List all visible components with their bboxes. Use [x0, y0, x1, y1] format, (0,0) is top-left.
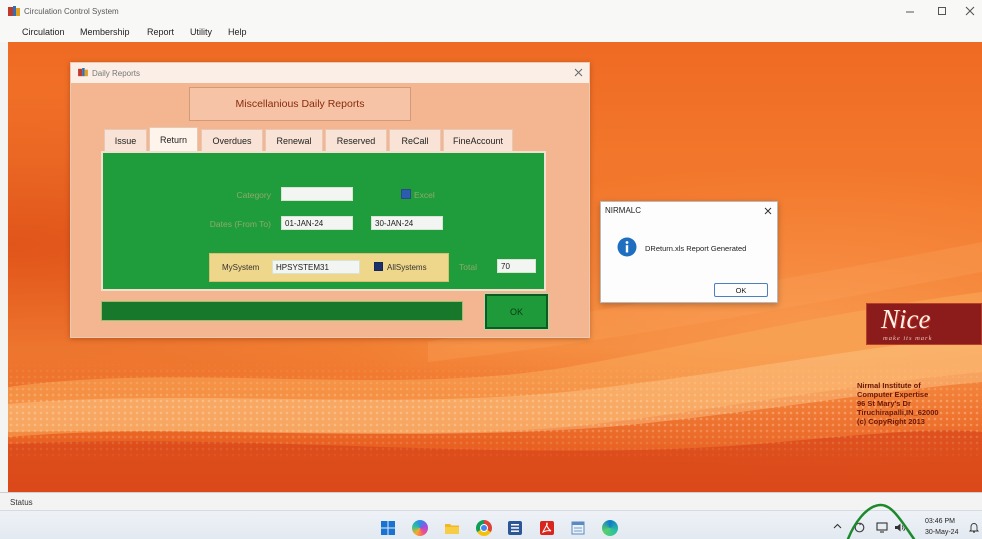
clock-date[interactable]: 30-May-24: [925, 529, 958, 536]
notepad-icon[interactable]: [570, 520, 586, 536]
address-line: Nirmal Institute of: [857, 381, 921, 390]
app-icon: [8, 6, 20, 16]
edge-icon[interactable]: [602, 520, 618, 536]
allsystems-label: AllSystems: [387, 263, 427, 272]
excel-label: Excel: [414, 190, 435, 200]
message-box-title: NIRMALC: [605, 206, 642, 215]
address-line: Tiruchirapalli,IN_62000: [857, 408, 939, 417]
excel-checkbox[interactable]: [401, 189, 411, 199]
menu-circulation[interactable]: Circulation: [22, 27, 65, 37]
windows-start-icon[interactable]: [380, 520, 396, 536]
info-icon: [617, 237, 637, 257]
tab-overdues[interactable]: Overdues: [201, 129, 263, 151]
tab-content-panel: Category Excel Dates (From To) 01-JAN-24…: [101, 151, 546, 291]
maximize-button[interactable]: [935, 5, 949, 17]
menu-help[interactable]: Help: [228, 27, 247, 37]
institute-address: Nirmal Institute of Computer Expertise 9…: [857, 381, 982, 426]
address-line: Computer Expertise: [857, 390, 929, 399]
message-box-close-button[interactable]: [764, 207, 772, 215]
progress-fill: [102, 302, 462, 320]
report-header: Miscellanious Daily Reports: [189, 87, 411, 121]
logo-text: Nice: [881, 304, 931, 334]
category-input[interactable]: [281, 187, 353, 201]
total-label: Total: [459, 262, 477, 272]
date-to-input[interactable]: 30-JAN-24: [371, 216, 443, 230]
acrobat-icon[interactable]: [539, 520, 555, 536]
message-ok-button[interactable]: OK: [714, 283, 768, 297]
tab-return[interactable]: Return: [149, 127, 198, 151]
allsystems-checkbox[interactable]: [374, 262, 383, 271]
annotation-circle: [846, 503, 916, 539]
logo-tagline: make its mark: [883, 335, 933, 342]
tab-issue[interactable]: Issue: [104, 129, 147, 151]
category-label: Category: [236, 190, 272, 200]
date-from-input[interactable]: 01-JAN-24: [281, 216, 353, 230]
progress-bar: [101, 301, 463, 321]
nice-logo: Nice make its mark: [866, 303, 982, 345]
word-icon[interactable]: [507, 520, 523, 536]
taskbar: 03:46 PM 30-May-24: [0, 510, 982, 539]
address-line: (c) CopyRight 2013: [857, 417, 925, 426]
total-input[interactable]: 70: [497, 259, 536, 273]
desktop-halftone: [8, 362, 982, 462]
tab-recall[interactable]: ReCall: [389, 129, 441, 151]
file-explorer-icon[interactable]: [444, 520, 460, 536]
app-titlebar: Circulation Control System: [0, 0, 982, 22]
dates-label: Dates (From To): [209, 219, 271, 229]
close-button[interactable]: [963, 5, 977, 17]
minimize-button[interactable]: [903, 5, 917, 17]
dialog-titlebar: Daily Reports: [71, 63, 589, 83]
menu-utility[interactable]: Utility: [190, 27, 212, 37]
chrome-icon[interactable]: [476, 520, 492, 536]
menu-report[interactable]: Report: [147, 27, 174, 37]
status-label: Status: [10, 498, 33, 507]
message-box: NIRMALC DReturn.xls Report Generated OK: [600, 201, 778, 303]
tab-renewal[interactable]: Renewal: [265, 129, 323, 151]
message-text: DReturn.xls Report Generated: [645, 244, 747, 253]
address-line: 96 St Mary's Dr: [857, 399, 911, 408]
chrome-icon-center: [480, 524, 488, 532]
mysystem-input[interactable]: HPSYSTEM31: [272, 260, 360, 274]
bell-icon[interactable]: [969, 522, 979, 533]
app-title: Circulation Control System: [24, 7, 119, 16]
dialog-title: Daily Reports: [92, 69, 141, 78]
annotation-arc: [846, 503, 916, 539]
app-icon: [78, 68, 88, 77]
tab-reserved[interactable]: Reserved: [325, 129, 387, 151]
menu-bar: Circulation Membership Report Utility He…: [0, 22, 982, 42]
daily-reports-dialog: Daily Reports Miscellanious Daily Report…: [70, 62, 590, 338]
menu-membership[interactable]: Membership: [80, 27, 130, 37]
ok-button[interactable]: OK: [485, 294, 548, 329]
mysystem-label: MySystem: [222, 263, 260, 272]
system-filter-panel: MySystem HPSYSTEM31 AllSystems: [209, 253, 449, 282]
status-bar: Status: [0, 492, 982, 510]
dialog-close-button[interactable]: [574, 68, 583, 77]
copilot-icon[interactable]: [412, 520, 428, 536]
tab-fineaccount[interactable]: FineAccount: [443, 129, 513, 151]
